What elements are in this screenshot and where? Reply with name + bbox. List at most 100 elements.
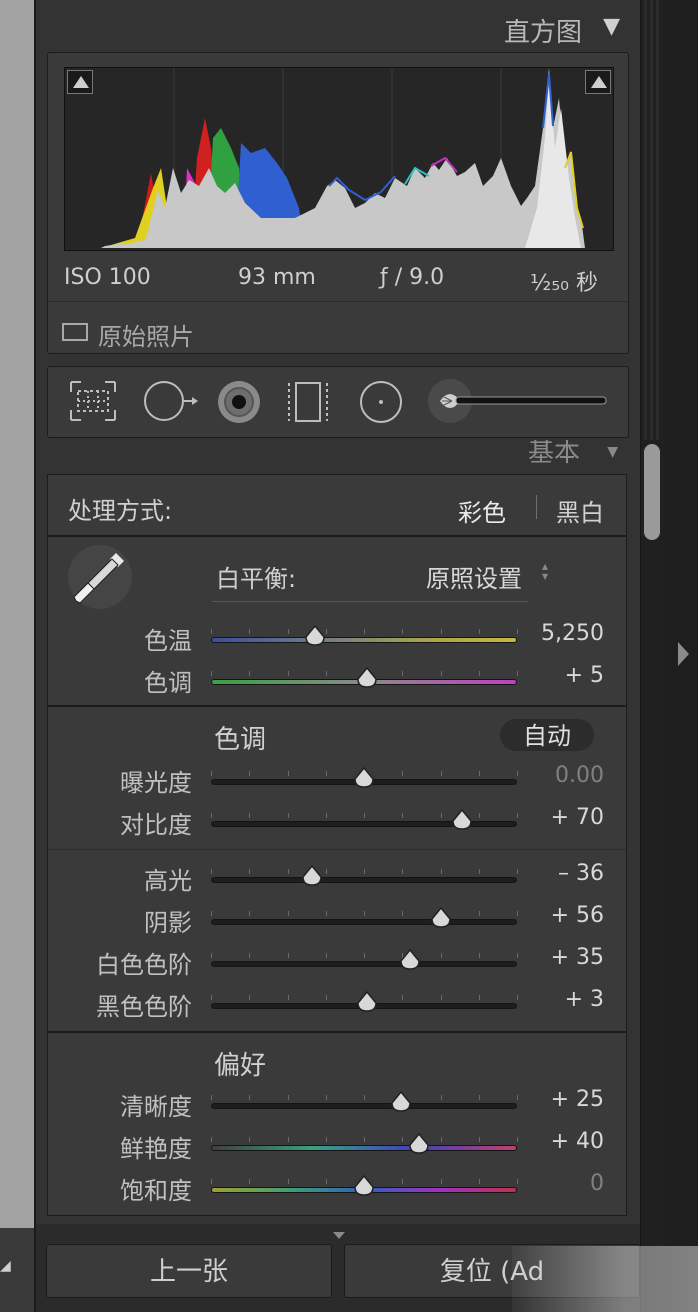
slider-tick	[211, 995, 212, 1000]
slider-thumb[interactable]	[430, 907, 452, 929]
panel-end-icon	[333, 1232, 345, 1239]
histogram-graph[interactable]	[64, 67, 614, 251]
slider-thumb[interactable]	[353, 1175, 375, 1197]
scrollbar-track[interactable]	[640, 0, 665, 1312]
slider-track[interactable]	[211, 1145, 517, 1151]
scrollbar-thumb[interactable]	[644, 444, 660, 540]
slider-tick	[402, 1137, 404, 1142]
original-photo-checkbox[interactable]: 原始照片	[62, 317, 194, 352]
slider-thumb[interactable]	[408, 1133, 430, 1155]
slider-tick	[402, 771, 404, 776]
collapse-right-icon[interactable]	[678, 642, 689, 666]
slider-label: 白色色阶	[96, 951, 192, 979]
slider-value[interactable]: 0.00	[555, 763, 604, 788]
treatment-color-option[interactable]: 彩色	[458, 493, 506, 528]
slider-thumb[interactable]	[356, 991, 378, 1013]
collapse-triangle-icon[interactable]: ▼	[607, 444, 618, 460]
slider-thumb[interactable]	[353, 767, 375, 789]
graduated-filter-icon[interactable]	[286, 379, 330, 425]
slider-row: 阴影 + 56	[48, 899, 628, 939]
radial-filter-icon[interactable]	[358, 379, 404, 425]
red-eye-icon[interactable]	[216, 379, 262, 425]
slider-tick	[402, 911, 404, 916]
slider-tick	[249, 911, 251, 916]
white-balance-selector[interactable]	[68, 545, 132, 609]
slider-tick	[287, 771, 289, 776]
slider-tick	[478, 771, 480, 776]
spot-removal-icon[interactable]	[142, 379, 202, 423]
treatment-bw-option[interactable]: 黑白	[556, 493, 604, 528]
tone-title: 色调	[214, 725, 267, 755]
original-photo-label: 原始照片	[98, 323, 194, 351]
slider-thumb[interactable]	[301, 865, 323, 887]
slider-tick	[364, 911, 365, 916]
slider-tick	[517, 1179, 518, 1184]
slider-tick	[249, 629, 251, 634]
slider-value[interactable]: + 3	[565, 987, 604, 1012]
slider-tick	[325, 813, 327, 818]
slider-tick	[211, 771, 212, 776]
crop-overlay-icon[interactable]	[68, 379, 118, 423]
slider-tick	[249, 771, 251, 776]
slider-ticks	[211, 911, 518, 916]
slider-value[interactable]: + 5	[565, 663, 604, 688]
histogram-header[interactable]: 直方图 ▼	[36, 0, 630, 50]
slider-value[interactable]: 0	[590, 1171, 604, 1196]
slider-value[interactable]: + 70	[551, 805, 604, 830]
white-balance-dropdown[interactable]: 原照设置	[426, 559, 522, 594]
slider-tick	[211, 813, 212, 818]
slider-value[interactable]: + 40	[551, 1129, 604, 1154]
slider-tick	[211, 1137, 212, 1142]
slider-tick	[478, 995, 480, 1000]
shadow-clipping-button[interactable]	[67, 70, 93, 94]
tool-strip	[47, 366, 629, 438]
slider-track[interactable]	[211, 877, 517, 883]
collapse-triangle-icon[interactable]: ▼	[603, 14, 620, 39]
right-panel-edge	[664, 0, 698, 1312]
slider-track[interactable]	[211, 961, 517, 967]
left-panel-toggle[interactable]: ◢	[0, 1228, 36, 1312]
slider-thumb[interactable]	[451, 809, 473, 831]
highlight-clipping-button[interactable]	[585, 70, 611, 94]
previous-button[interactable]: 上一张	[46, 1244, 332, 1298]
slider-ticks	[211, 629, 518, 634]
slider-ticks	[211, 1137, 518, 1142]
slider-track[interactable]	[211, 1103, 517, 1109]
eyedropper-icon	[73, 553, 124, 604]
slider-value[interactable]: – 36	[558, 861, 604, 886]
slider-tick	[364, 629, 365, 634]
tone-section: 色调 自动 曝光度 0.00 对比度 + 70 高光 – 36 阴影 + 56 白色色阶 + 3…	[47, 706, 627, 1032]
slider-tick	[287, 813, 289, 818]
checkbox-icon	[62, 323, 88, 341]
slider-tick	[440, 1179, 442, 1184]
slider-tick	[325, 1095, 327, 1100]
slider-value[interactable]: + 35	[551, 945, 604, 970]
slider-tick	[517, 771, 518, 776]
adjustment-brush-icon[interactable]	[426, 377, 610, 425]
slider-tick	[478, 629, 480, 634]
slider-tick	[325, 953, 327, 958]
slider-tick	[211, 1179, 212, 1184]
slider-track[interactable]	[211, 919, 517, 925]
auto-tone-button[interactable]: 自动	[500, 719, 594, 751]
dropdown-arrows-icon[interactable]: ▴ ▾	[542, 560, 548, 582]
slider-value[interactable]: + 25	[551, 1087, 604, 1112]
slider-tick	[478, 813, 480, 818]
slider-thumb[interactable]	[390, 1091, 412, 1113]
basic-panel-header[interactable]: 基本 ▼	[36, 440, 640, 470]
histogram-title: 直方图	[503, 18, 582, 48]
slider-track[interactable]	[211, 637, 517, 643]
slider-thumb[interactable]	[356, 667, 378, 689]
slider-tick	[478, 911, 480, 916]
slider-tick	[517, 671, 518, 676]
slider-tick	[325, 771, 327, 776]
basic-panel-title: 基本	[527, 440, 580, 468]
slider-thumb[interactable]	[304, 625, 326, 647]
slider-tick	[211, 629, 212, 634]
slider-thumb[interactable]	[399, 949, 421, 971]
white-balance-label: 白平衡:	[216, 565, 297, 593]
slider-tick	[517, 1095, 518, 1100]
slider-value[interactable]: 5,250	[541, 621, 604, 646]
slider-label: 黑色色阶	[96, 993, 192, 1021]
slider-value[interactable]: + 56	[551, 903, 604, 928]
